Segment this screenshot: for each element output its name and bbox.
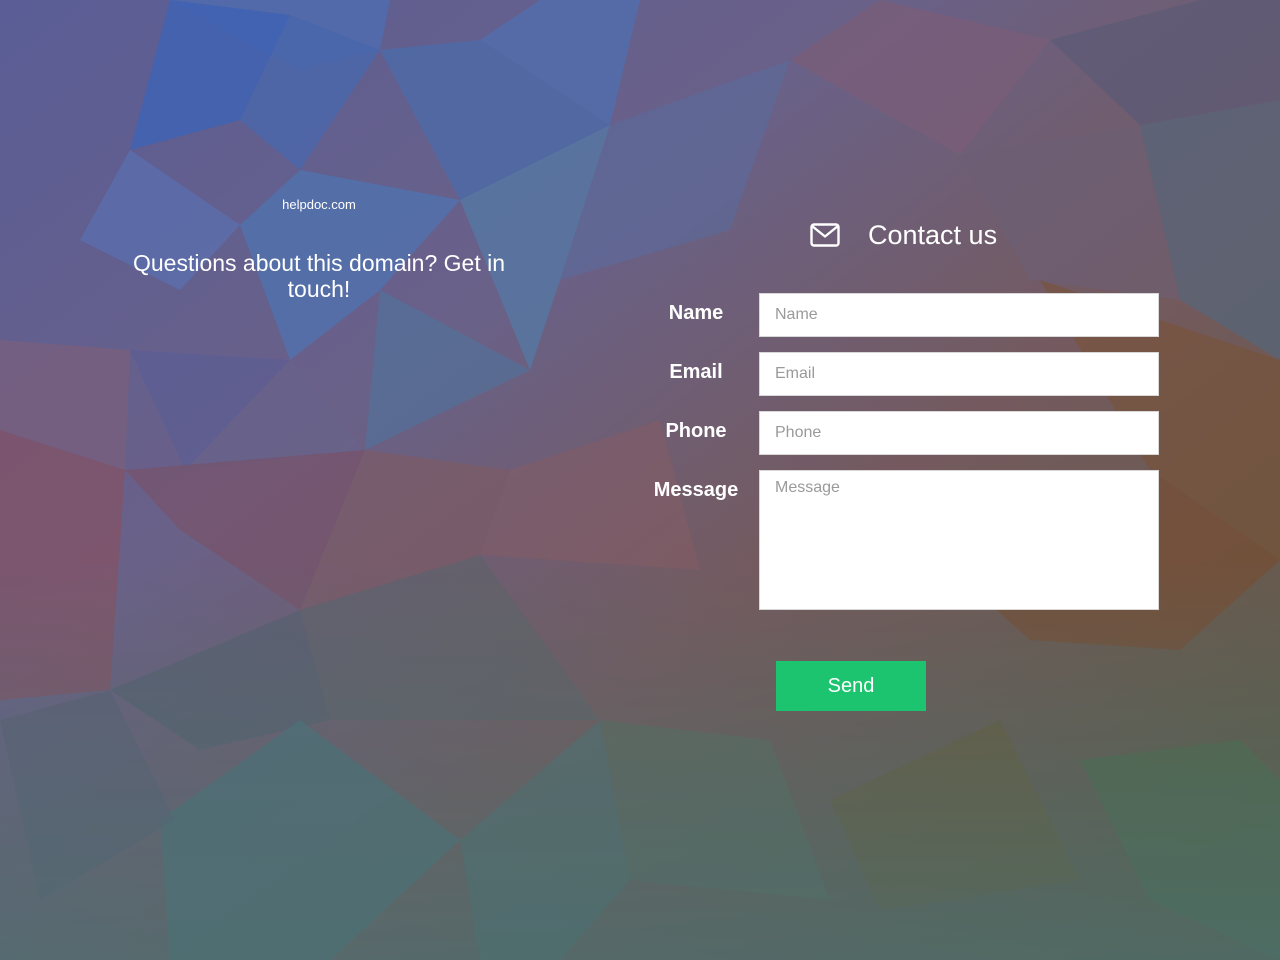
tagline: Questions about this domain? Get in touc…: [132, 250, 506, 302]
domain-name: helpdoc.com: [282, 197, 356, 212]
name-input[interactable]: [759, 293, 1159, 337]
send-button[interactable]: Send: [776, 661, 926, 711]
email-label: Email: [669, 361, 723, 383]
left-column: helpdoc.com Questions about this domain?…: [118, 196, 520, 302]
phone-input[interactable]: [759, 411, 1159, 455]
email-row: Email: [640, 352, 1160, 396]
message-label: Message: [653, 479, 739, 501]
phone-label: Phone: [665, 420, 727, 442]
name-label: Name: [668, 302, 724, 324]
email-input[interactable]: [759, 352, 1159, 396]
contact-title: Contact us: [868, 219, 998, 250]
envelope-icon: [810, 223, 840, 247]
message-row: Message: [640, 470, 1160, 610]
message-textarea[interactable]: [759, 470, 1159, 610]
name-row: Name: [640, 293, 1160, 337]
phone-row: Phone: [640, 411, 1160, 455]
contact-header: Contact us: [810, 215, 997, 255]
